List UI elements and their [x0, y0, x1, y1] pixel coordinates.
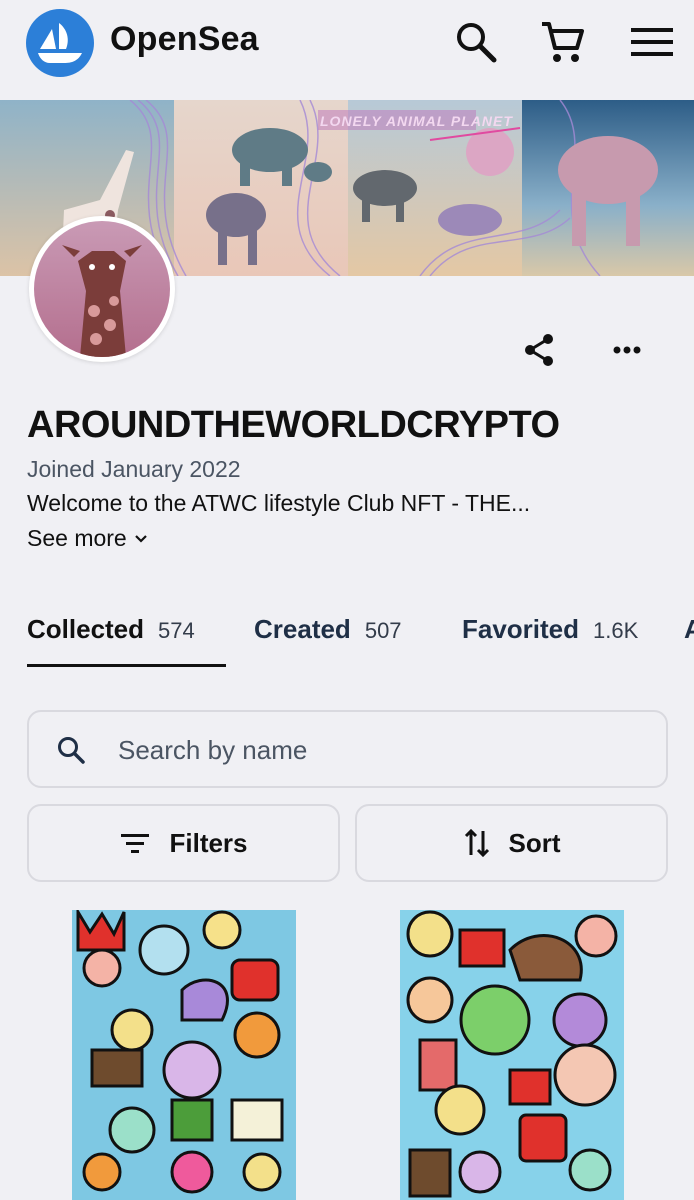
brand-name[interactable]: OpenSea: [110, 20, 259, 59]
tab-count: 574: [158, 618, 195, 643]
search-icon[interactable]: [452, 18, 500, 66]
avatar: [29, 216, 175, 362]
opensea-logo-icon[interactable]: [26, 9, 94, 77]
chevron-down-icon: [134, 534, 147, 543]
active-tab-indicator: [27, 664, 226, 667]
sort-button[interactable]: Sort: [355, 804, 668, 882]
tab-label: A: [684, 614, 694, 644]
tab-activity[interactable]: A: [684, 614, 694, 645]
tab-label: Created: [254, 614, 351, 644]
tab-label: Collected: [27, 614, 145, 644]
tab-collected[interactable]: Collected 574: [27, 614, 195, 645]
nft-card[interactable]: [400, 910, 624, 1200]
search-input[interactable]: Search by name: [27, 710, 668, 788]
top-navbar: OpenSea: [0, 0, 694, 100]
menu-icon[interactable]: [628, 18, 676, 66]
profile-tabs: Collected 574 Created 507 Favorited 1.6K…: [0, 600, 694, 668]
tab-count: 1.6K: [593, 618, 639, 643]
filters-button[interactable]: Filters: [27, 804, 340, 882]
tab-favorited[interactable]: Favorited 1.6K: [462, 614, 638, 645]
tab-label: Favorited: [462, 614, 580, 644]
filter-icon: [121, 834, 150, 853]
profile-description: Welcome to the ATWC lifestyle Club NFT -…: [27, 490, 531, 516]
see-more-label: See more: [27, 525, 127, 551]
cart-icon[interactable]: [538, 18, 586, 66]
nft-image: [400, 910, 624, 1200]
sort-label: Sort: [508, 827, 561, 858]
sort-icon: [464, 828, 489, 858]
profile-name: AROUNDTHEWORLDCRYPTO: [27, 404, 560, 446]
filters-label: Filters: [169, 827, 248, 858]
search-icon: [58, 737, 85, 764]
tab-created[interactable]: Created 507: [254, 614, 402, 645]
banner-text: LONELY ANIMAL PLANET: [320, 113, 513, 129]
nft-card[interactable]: [72, 910, 296, 1200]
tab-count: 507: [364, 618, 402, 643]
nft-image: [72, 910, 296, 1200]
joined-date: Joined January 2022: [27, 456, 241, 482]
share-icon[interactable]: [520, 330, 560, 370]
see-more-link[interactable]: See more: [27, 525, 149, 552]
more-options-icon[interactable]: [607, 330, 647, 370]
search-placeholder: Search by name: [118, 735, 308, 765]
